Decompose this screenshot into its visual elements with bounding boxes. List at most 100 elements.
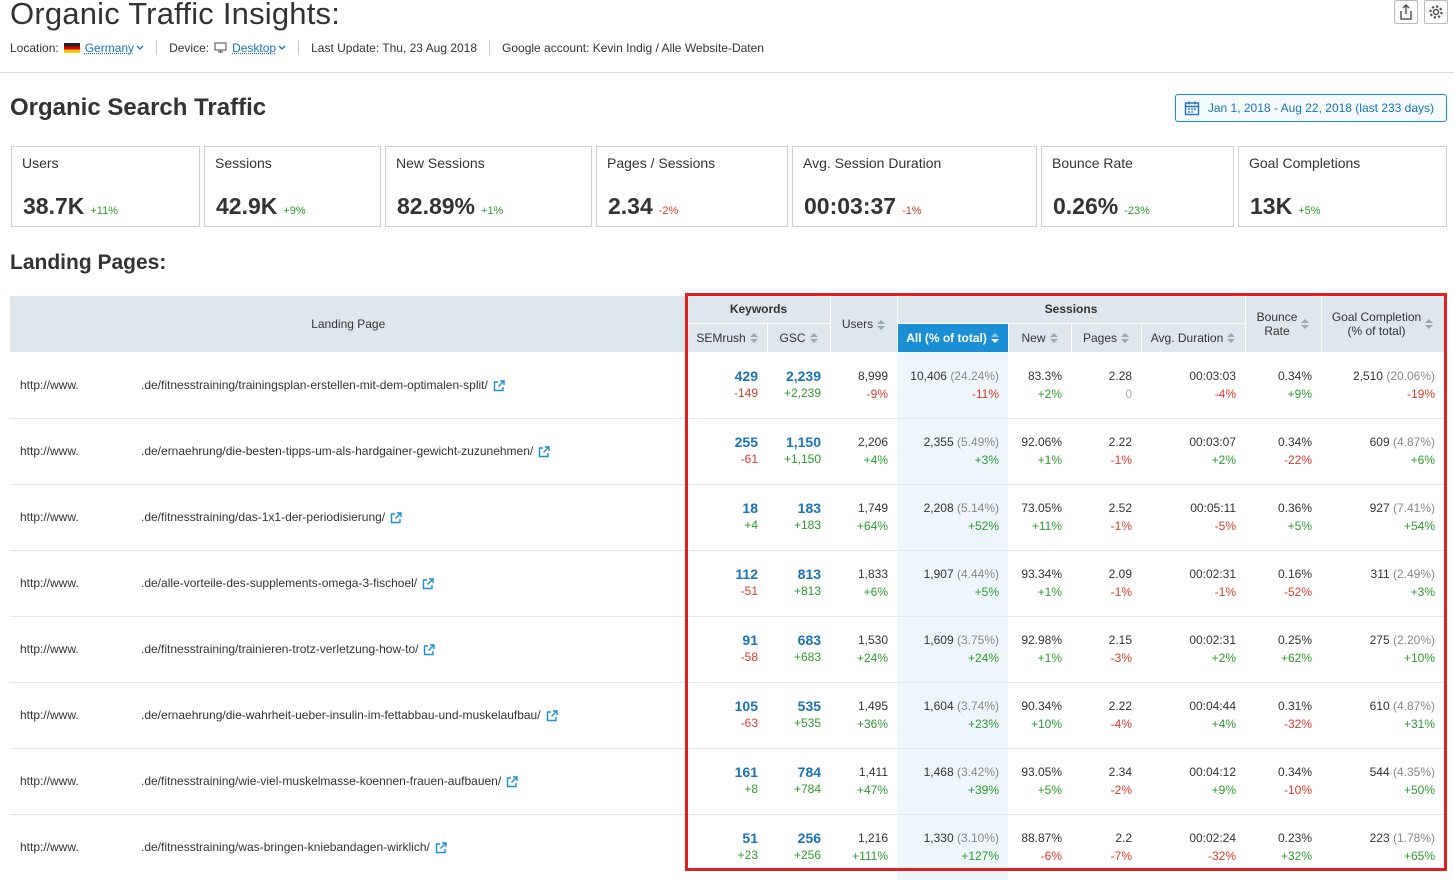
col-gsc[interactable]: GSC — [767, 323, 831, 353]
bounce-rate-cell: 0.23% +32% — [1245, 814, 1322, 880]
settings-button[interactable] — [1424, 0, 1448, 24]
gsc-keywords-link[interactable]: 535 — [767, 698, 821, 714]
gsc-keywords-link[interactable]: 2,239 — [767, 368, 821, 384]
sessions-duration-cell: 00:02:24 -32% — [1141, 814, 1246, 880]
page-title: Organic Traffic Insights: — [10, 0, 341, 31]
gsc-keywords-link[interactable]: 784 — [767, 764, 821, 780]
gsc-cell: 256 +256 — [767, 814, 831, 880]
col-sessions-duration[interactable]: Avg. Duration — [1141, 323, 1246, 353]
semrush-keywords-link[interactable]: 18 — [687, 500, 758, 516]
gsc-cell: 183 +183 — [767, 484, 831, 551]
landing-pages-table: Landing Page Keywords Users Sessions Bou… — [10, 296, 1445, 880]
url-protocol: http://www. — [20, 576, 79, 590]
url-protocol: http://www. — [20, 444, 79, 458]
landing-page-link[interactable]: .de/ernaehrung/die-wahrheit-ueber-insuli… — [141, 708, 541, 722]
gsc-cell: 2,239 +2,239 — [767, 352, 831, 419]
col-semrush[interactable]: SEMrush — [687, 323, 768, 353]
sessions-new-cell: 88.87% -6% — [1008, 814, 1072, 880]
export-button[interactable] — [1394, 0, 1418, 24]
sessions-pages-cell: 2.2 -7% — [1071, 814, 1142, 880]
col-users[interactable]: Users — [830, 296, 898, 353]
landing-page-link[interactable]: .de/fitnesstraining/trainingsplan-erstel… — [141, 378, 488, 392]
external-link-icon[interactable] — [422, 578, 434, 590]
semrush-keywords-link[interactable]: 112 — [687, 566, 758, 582]
meta-bar: Location: Germany Device: Desktop Last U… — [10, 40, 788, 55]
sessions-all-cell: 1,468 (3.42%) +39% — [897, 748, 1009, 815]
sort-desc-icon — [990, 333, 999, 344]
external-link-icon[interactable] — [390, 512, 402, 524]
users-cell: 2,206 +4% — [830, 418, 898, 485]
landing-page-link[interactable]: .de/alle-vorteile-des-supplements-omega-… — [141, 576, 417, 590]
landing-page-link[interactable]: .de/fitnesstraining/wie-viel-muskelmasse… — [141, 774, 501, 788]
gsc-keywords-link[interactable]: 256 — [767, 830, 821, 846]
sessions-all-cell: 2,355 (5.49%) +3% — [897, 418, 1009, 485]
sessions-pages-cell: 2.52 -1% — [1071, 484, 1142, 551]
semrush-keywords-link[interactable]: 429 — [687, 368, 758, 384]
gsc-cell: 683 +683 — [767, 616, 831, 683]
semrush-keywords-link[interactable]: 255 — [687, 434, 758, 450]
external-link-icon[interactable] — [493, 380, 505, 392]
gsc-cell: 813 +813 — [767, 550, 831, 617]
semrush-keywords-link[interactable]: 105 — [687, 698, 758, 714]
sessions-new-cell: 73.05% +11% — [1008, 484, 1072, 551]
external-link-icon[interactable] — [546, 710, 558, 722]
table-row: http://www. .de/ernaehrung/die-besten-tip… — [10, 418, 1445, 485]
metric-sessions: Sessions 42.9K +9% — [204, 146, 381, 227]
col-sessions-pages[interactable]: Pages — [1071, 323, 1142, 353]
sessions-all-cell: 1,330 (3.10%) +127% — [897, 814, 1009, 880]
goal-completion-cell: 275 (2.20%) +10% — [1321, 616, 1445, 683]
semrush-cell: 91 -58 — [687, 616, 767, 683]
gsc-keywords-link[interactable]: 183 — [767, 500, 821, 516]
gsc-keywords-link[interactable]: 1,150 — [767, 434, 821, 450]
sessions-duration-cell: 00:02:31 -1% — [1141, 550, 1246, 617]
table-row: http://www. .de/fitnesstraining/wie-viel-… — [10, 748, 1445, 815]
sessions-all-cell: 10,406 (24.24%) -11% — [897, 352, 1009, 419]
external-link-icon[interactable] — [423, 644, 436, 656]
goal-completion-cell: 223 (1.78%) +65% — [1321, 814, 1445, 880]
device-dropdown[interactable]: Desktop — [232, 41, 286, 55]
external-link-icon[interactable] — [538, 446, 550, 458]
desktop-icon — [214, 42, 227, 53]
sessions-all-cell: 2,208 (5.14%) +52% — [897, 484, 1009, 551]
top-toolbar — [1394, 0, 1448, 24]
col-bounce-rate[interactable]: Bounce Rate — [1245, 296, 1322, 353]
table-row: http://www. .de/alle-vorteile-des-supplem… — [10, 550, 1445, 617]
sessions-pages-cell: 2.22 -4% — [1071, 682, 1142, 749]
url-protocol: http://www. — [20, 378, 79, 392]
external-link-icon[interactable] — [435, 842, 447, 854]
location-dropdown[interactable]: Germany — [85, 41, 144, 55]
goal-completion-cell: 544 (4.35%) +50% — [1321, 748, 1445, 815]
share-icon — [1400, 4, 1412, 20]
sessions-new-cell: 92.06% +1% — [1008, 418, 1072, 485]
bounce-rate-cell: 0.25% +62% — [1245, 616, 1322, 683]
landing-page-link[interactable]: .de/fitnesstraining/das-1x1-der-periodis… — [141, 510, 385, 524]
sessions-duration-cell: 00:04:12 +9% — [1141, 748, 1246, 815]
gsc-keywords-link[interactable]: 813 — [767, 566, 821, 582]
goal-completion-cell: 2,510 (20.06%) -19% — [1321, 352, 1445, 419]
chevron-down-icon — [136, 45, 144, 50]
sessions-new-cell: 90.34% +10% — [1008, 682, 1072, 749]
semrush-keywords-link[interactable]: 91 — [687, 632, 758, 648]
semrush-keywords-link[interactable]: 51 — [687, 830, 758, 846]
col-sessions-new[interactable]: New — [1008, 323, 1072, 353]
goal-completion-cell: 927 (7.41%) +54% — [1321, 484, 1445, 551]
landing-page-link[interactable]: .de/fitnesstraining/was-bringen-knieband… — [141, 840, 430, 854]
device-filter: Device: Desktop — [169, 40, 300, 55]
landing-page-link[interactable]: .de/fitnesstraining/trainieren-trotz-ver… — [141, 642, 418, 656]
sort-icon — [749, 333, 758, 344]
sessions-pages-cell: 2.22 -1% — [1071, 418, 1142, 485]
landing-page-link[interactable]: .de/ernaehrung/die-besten-tipps-um-als-h… — [141, 444, 533, 458]
device-label: Device: — [169, 40, 210, 55]
gsc-keywords-link[interactable]: 683 — [767, 632, 821, 648]
gear-icon — [1429, 5, 1443, 19]
semrush-keywords-link[interactable]: 161 — [687, 764, 758, 780]
col-goal-completion[interactable]: Goal Completion (% of total) — [1321, 296, 1445, 353]
external-link-icon[interactable] — [506, 776, 518, 788]
metric-new-sessions: New Sessions 82.89% +1% — [385, 146, 592, 227]
col-sessions-all[interactable]: All (% of total) — [897, 323, 1009, 353]
bounce-rate-cell: 0.36% +5% — [1245, 484, 1322, 551]
date-range-picker[interactable]: Jan 1, 2018 - Aug 22, 2018 (last 233 day… — [1174, 94, 1447, 122]
users-cell: 1,495 +36% — [830, 682, 898, 749]
sessions-duration-cell: 00:02:31 +2% — [1141, 616, 1246, 683]
date-range-label: Jan 1, 2018 - Aug 22, 2018 (last 233 day… — [1207, 101, 1434, 115]
